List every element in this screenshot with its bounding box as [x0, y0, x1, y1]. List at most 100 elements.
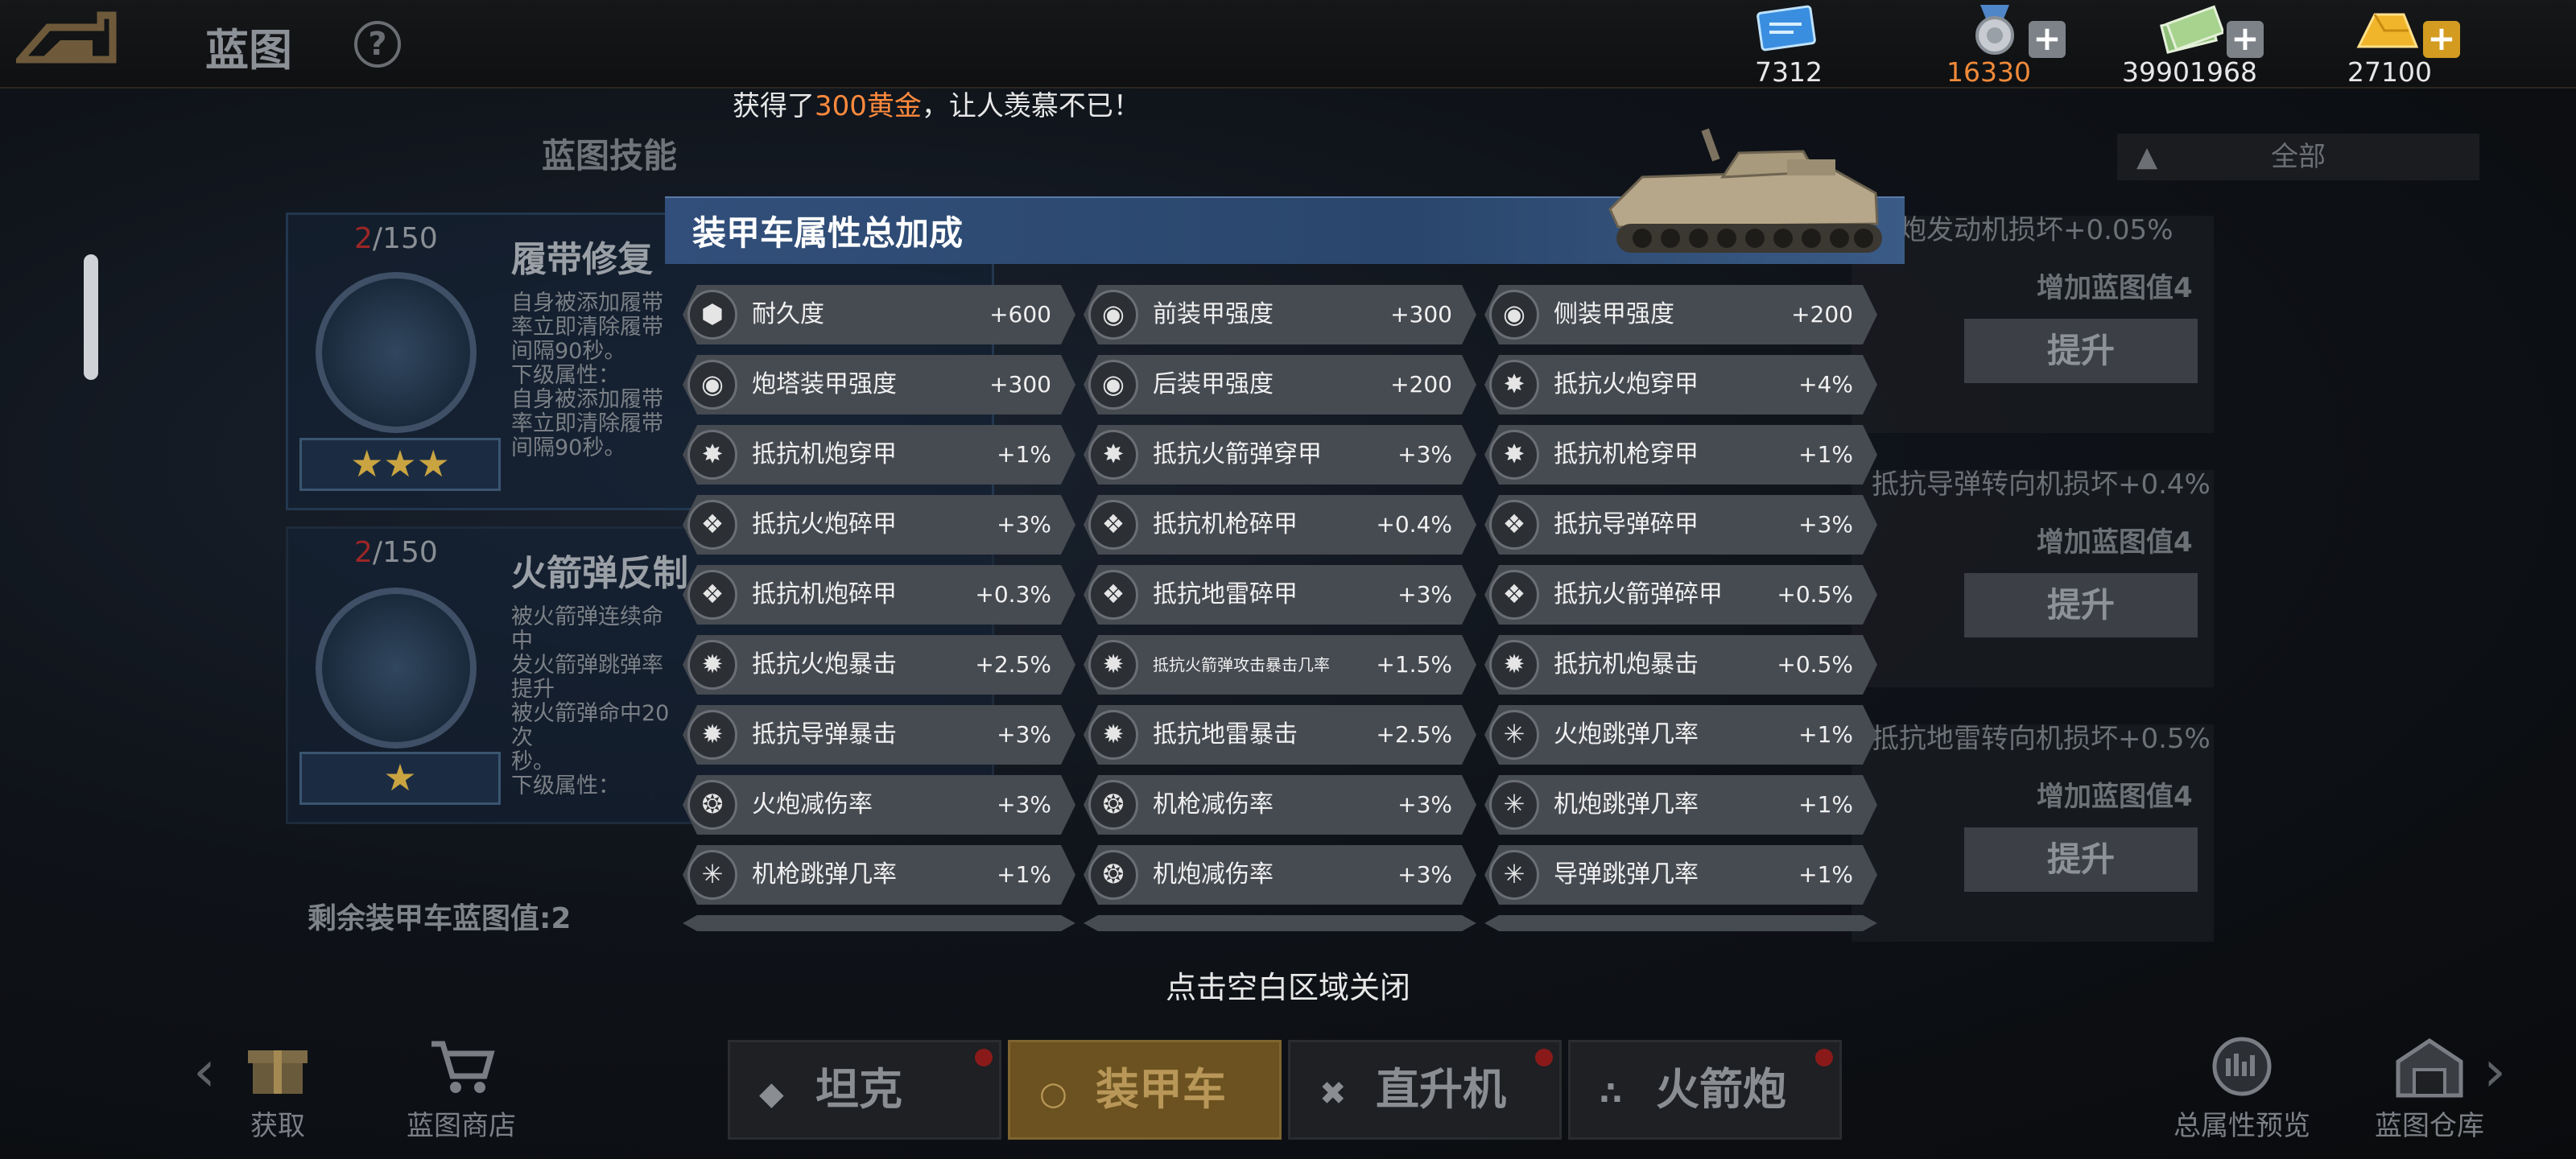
remaining-blueprint-value: 剩余装甲车蓝图值:2	[308, 902, 572, 935]
attribute-label: 抵抗机枪穿甲	[1554, 440, 1699, 468]
attribute-row: ✹ 抵抗火炮暴击 +2.5% ✹ 抵抗火箭弹攻击暴击几率 +1.5% ✹ 抵抗机炮暴击 +0…	[683, 635, 1882, 695]
cash-icon	[2159, 3, 2225, 56]
attribute-label: 抵抗导弹暴击	[752, 720, 897, 749]
attribute-value: +3%	[1397, 581, 1452, 608]
attribute-value: +1%	[1798, 861, 1853, 888]
upgrade-button[interactable]: 提升	[1964, 573, 2198, 637]
attribute-value: +3%	[1397, 441, 1452, 468]
get-button[interactable]: 获取	[242, 1034, 314, 1143]
upgrade-add: 增加蓝图值4	[2037, 272, 2193, 304]
skill-name: 火箭弹反制	[511, 553, 688, 594]
attribute-cell: ✹ 抵抗导弹暴击 +3%	[683, 705, 1075, 765]
attribute-label: 火炮减伤率	[752, 790, 873, 819]
help-icon[interactable]: ?	[354, 21, 401, 68]
attribute-value: +200	[1791, 301, 1853, 328]
scrollbar[interactable]	[84, 254, 98, 380]
upgrade-info: 抵抗地雷转向机损坏+0.5%	[1872, 723, 2211, 755]
upgrade-button[interactable]: 提升	[1964, 827, 2198, 892]
page-title: 蓝图	[205, 25, 292, 76]
attribute-label: 抵抗地雷暴击	[1153, 720, 1298, 749]
attribute-value: +3%	[997, 791, 1051, 818]
tab-tank[interactable]: ◆ 坦克	[728, 1040, 1001, 1140]
attribute-label: 机枪跳弹几率	[752, 860, 897, 889]
attribute-cell: ❖ 抵抗地雷碎甲 +3%	[1084, 565, 1476, 625]
attribute-label: 后装甲强度	[1153, 370, 1274, 398]
filter-dropdown[interactable]: ▲ 全部	[2117, 134, 2479, 180]
section-title: 蓝图技能	[542, 136, 678, 175]
turret-armor-icon: ◉	[687, 360, 737, 410]
attribute-cell: ✳ 导弹跳弹几率 +1%	[1484, 845, 1877, 905]
upgrade-info: 机炮发动机损坏+0.05%	[1872, 214, 2174, 246]
attribute-label: 抵抗火炮暴击	[752, 650, 897, 678]
nav-right-arrow[interactable]: ›	[2483, 1038, 2506, 1104]
back-icon[interactable]	[12, 11, 117, 69]
attribute-label: 机炮减伤率	[1153, 860, 1274, 889]
attribute-cell: ✳ 机枪跳弹几率 +1%	[683, 845, 1075, 905]
attribute-cell: ❖ 抵抗导弹碎甲 +3%	[1484, 495, 1877, 555]
pierce-icon: ✸	[1489, 430, 1539, 480]
fragment-icon: ❖	[687, 570, 737, 620]
ricochet-icon: ✳	[1489, 780, 1539, 830]
skill-stars: ★★★	[299, 438, 501, 491]
add-cash-button[interactable]: +	[2227, 21, 2264, 58]
armor-front-icon: ◉	[1088, 290, 1138, 340]
attribute-value: +300	[1390, 301, 1452, 328]
attribute-cell: ◉ 侧装甲强度 +200	[1484, 285, 1877, 344]
stats-preview-label: 总属性预览	[2174, 1110, 2310, 1142]
attribute-grid: ⬢ 耐久度 +600 ◉ 前装甲强度 +300 ◉ 侧装甲强度 +200 ◉ 炮塔装甲强度 +3…	[683, 285, 1882, 937]
attribute-cell: ✹ 抵抗火炮暴击 +2.5%	[683, 635, 1075, 695]
attribute-value: +2.5%	[1376, 721, 1452, 748]
filter-label: 全部	[2271, 141, 2326, 173]
attribute-cell: ❖ 抵抗机枪碎甲 +0.4%	[1084, 495, 1476, 555]
attribute-cell: ✹ 抵抗地雷暴击 +2.5%	[1084, 705, 1476, 765]
add-medals-button[interactable]: +	[2029, 21, 2066, 58]
damage-reduce-icon: ❂	[1088, 780, 1138, 830]
medal-icon	[1963, 3, 2027, 56]
attribute-row: ⬢ 耐久度 +600 ◉ 前装甲强度 +300 ◉ 侧装甲强度 +200	[683, 285, 1882, 344]
notification-dot	[1815, 1049, 1833, 1066]
attribute-value: +1%	[1798, 791, 1853, 818]
attribute-value: +3%	[997, 511, 1051, 538]
upgrade-button[interactable]: 提升	[1964, 319, 2198, 383]
nav-left-arrow[interactable]: ‹	[193, 1038, 216, 1104]
get-label: 获取	[250, 1110, 305, 1142]
blueprint-warehouse-button[interactable]: 蓝图仓库	[2375, 1034, 2484, 1143]
tab-label: 直升机	[1376, 1064, 1506, 1115]
attribute-label: 抵抗火箭弹碎甲	[1554, 580, 1723, 608]
skill-stars: ★	[299, 752, 501, 805]
close-hint[interactable]: 点击空白区域关闭	[0, 963, 2576, 1007]
attribute-row: ❂ 火炮减伤率 +3% ❂ 机枪减伤率 +3% ✳ 机炮跳弹几率 +1%	[683, 775, 1882, 835]
gold-value: 27100	[2347, 56, 2432, 88]
attribute-value: +3%	[1397, 861, 1452, 888]
attribute-cell: ✳ 机炮跳弹几率 +1%	[1484, 775, 1877, 835]
tab-rocket-artillery[interactable]: ∴ 火箭炮	[1568, 1040, 1842, 1140]
attribute-label: 前装甲强度	[1153, 300, 1274, 328]
shield-icon: ⬢	[687, 290, 737, 340]
track-repair-icon	[316, 272, 477, 433]
attribute-label: 机炮跳弹几率	[1554, 790, 1699, 819]
tab-helicopter[interactable]: ✖ 直升机	[1288, 1040, 1562, 1140]
attribute-cell	[1484, 915, 1877, 931]
attribute-value: +1%	[997, 861, 1051, 888]
tab-label: 火箭炮	[1656, 1064, 1786, 1115]
gold-bar-icon	[2355, 3, 2420, 56]
armor-rear-icon: ◉	[1088, 360, 1138, 410]
ricochet-icon: ✳	[1489, 850, 1539, 900]
attribute-cell: ◉ 炮塔装甲强度 +300	[683, 355, 1075, 415]
attribute-row: ◉ 炮塔装甲强度 +300 ◉ 后装甲强度 +200 ✸ 抵抗火炮穿甲 +4%	[683, 355, 1882, 415]
announcement-marquee: 获得了300黄金，让人羡慕不已！	[733, 90, 1141, 122]
attribute-label: 抵抗机炮穿甲	[752, 440, 897, 468]
crit-icon: ✹	[1088, 640, 1138, 690]
attribute-label: 抵抗地雷碎甲	[1153, 580, 1298, 608]
attribute-label: 抵抗机枪碎甲	[1153, 510, 1298, 538]
tab-armored-car[interactable]: ○ 装甲车	[1008, 1040, 1282, 1140]
stats-preview-icon	[2206, 1034, 2278, 1099]
pierce-icon: ✸	[1088, 430, 1138, 480]
total-stats-preview-button[interactable]: 总属性预览	[2174, 1034, 2310, 1143]
attribute-cell: ❖ 抵抗火箭弹碎甲 +0.5%	[1484, 565, 1877, 625]
add-gold-button[interactable]: +	[2423, 21, 2460, 58]
ricochet-icon: ✳	[1489, 710, 1539, 760]
attribute-label: 抵抗火箭弹穿甲	[1153, 440, 1322, 468]
blueprint-shop-button[interactable]: 蓝图商店	[407, 1034, 516, 1143]
attribute-cell	[683, 915, 1075, 931]
